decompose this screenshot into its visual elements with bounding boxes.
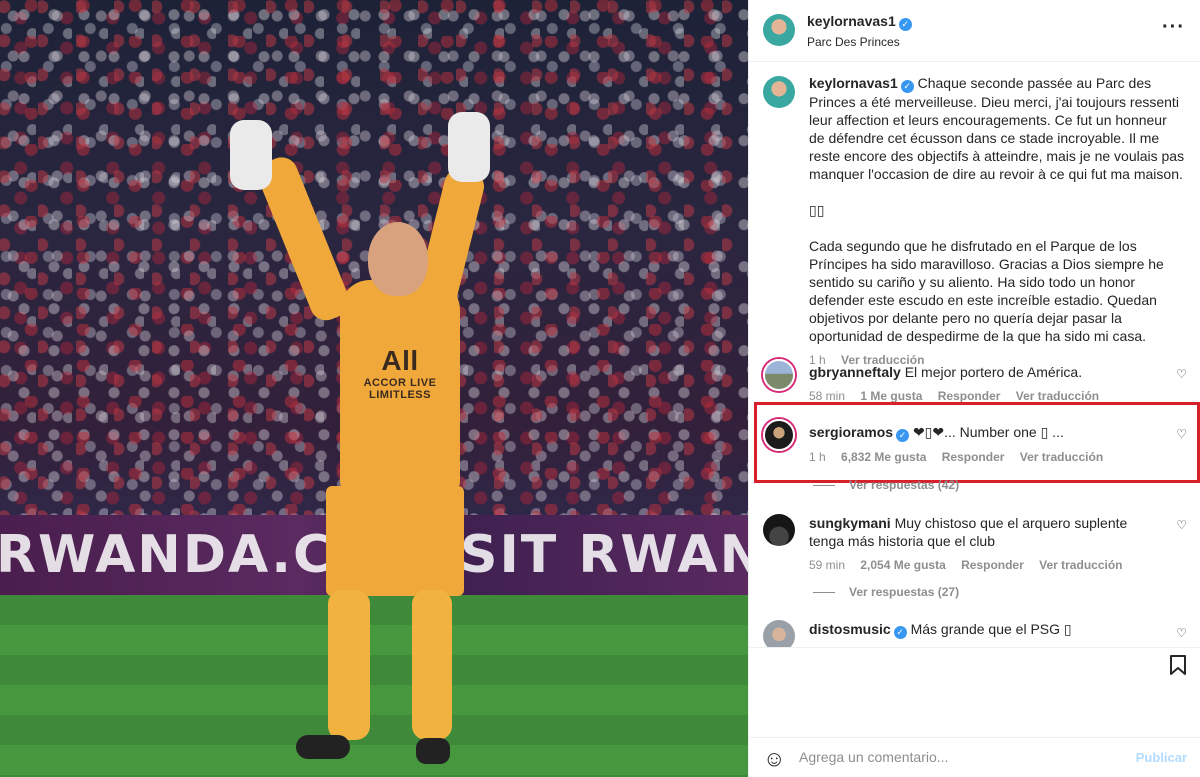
- like-heart-icon[interactable]: ♡: [1176, 367, 1187, 381]
- author-info: keylornavas1 ✓ Parc Des Princes: [807, 13, 912, 49]
- caption-avatar[interactable]: [763, 76, 795, 108]
- post-caption: keylornavas1 ✓ Chaque seconde passée au P…: [809, 74, 1185, 369]
- author-avatar[interactable]: [763, 14, 795, 46]
- post-header: keylornavas1 ✓ Parc Des Princes ···: [749, 0, 1200, 62]
- comment-avatar[interactable]: [763, 359, 795, 391]
- caption-text-fr: Chaque seconde passée au Parc des Prince…: [809, 75, 1185, 182]
- emoji-icon[interactable]: ☺: [763, 746, 785, 772]
- comment-time: 1 h: [809, 450, 826, 464]
- add-comment-bar: ☺ Publicar: [749, 737, 1200, 777]
- comment-input[interactable]: [799, 744, 1119, 770]
- comment-meta: 59 min 2,054 Me gusta Responder Ver trad…: [809, 556, 1159, 574]
- caption-text-es: Cada segundo que he disfrutado en el Par…: [809, 238, 1164, 344]
- comment-body: distosmusic ✓ Más grande que el PSG ▯: [809, 620, 1159, 639]
- comment-avatar[interactable]: [763, 419, 795, 451]
- jersey-sponsor-logo: All: [381, 345, 419, 376]
- player-left-shoe: [296, 735, 350, 759]
- comment-body: gbryanneftaly El mejor portero de Améric…: [809, 363, 1159, 405]
- goalkeeper-figure: All ACCOR LIVE LIMITLESS: [0, 0, 748, 777]
- comment-username[interactable]: distosmusic: [809, 621, 891, 637]
- post-comment-button[interactable]: Publicar: [1136, 750, 1187, 765]
- comment-avatar[interactable]: [763, 514, 795, 546]
- player-right-leg: [412, 590, 452, 740]
- bookmark-icon[interactable]: [1169, 654, 1187, 682]
- comment-body: sergioramos ✓ ❤▯❤... Number one ▯ ... 1 h…: [809, 423, 1159, 466]
- reply-button[interactable]: Responder: [938, 389, 1001, 403]
- comment-avatar[interactable]: [763, 620, 795, 647]
- caption-emoji-line: ▯▯: [809, 202, 825, 218]
- comment-time: 58 min: [809, 389, 846, 403]
- player-left-glove: [230, 120, 272, 190]
- player-shorts: [326, 486, 464, 596]
- view-replies-label: Ver respuestas (27): [849, 585, 960, 599]
- verified-badge-icon: ✓: [900, 80, 914, 93]
- view-replies-button[interactable]: Ver respuestas (27): [813, 585, 959, 599]
- like-heart-icon[interactable]: ♡: [1176, 427, 1187, 441]
- verified-badge-icon: ✓: [896, 429, 910, 442]
- reply-button[interactable]: Responder: [942, 450, 1005, 464]
- view-replies-label: Ver respuestas (42): [849, 478, 960, 492]
- comment-meta: 1 h 6,832 Me gusta Responder Ver traducc…: [809, 448, 1159, 466]
- comment-text: El mejor portero de América.: [904, 364, 1083, 380]
- translate-link[interactable]: Ver traducción: [1039, 558, 1122, 572]
- more-options-icon[interactable]: ···: [1162, 16, 1185, 39]
- reply-button[interactable]: Responder: [961, 558, 1024, 572]
- comment-likes[interactable]: 1 Me gusta: [860, 389, 922, 403]
- comment-body: sungkymani Muy chistoso que el arquero s…: [809, 514, 1159, 574]
- comment-username[interactable]: sergioramos: [809, 424, 893, 440]
- player-head: [368, 222, 428, 296]
- view-replies-button[interactable]: Ver respuestas (42): [813, 478, 959, 492]
- comment-username[interactable]: gbryanneftaly: [809, 364, 901, 380]
- like-heart-icon[interactable]: ♡: [1176, 518, 1187, 532]
- comment-text: ❤▯❤... Number one ▯ ...: [912, 424, 1064, 440]
- caption-username[interactable]: keylornavas1: [809, 75, 898, 91]
- player-right-glove: [448, 112, 490, 182]
- player-right-shoe: [416, 738, 450, 764]
- translate-link[interactable]: Ver traducción: [1016, 389, 1099, 403]
- replies-line-icon: [813, 485, 835, 487]
- post-location[interactable]: Parc Des Princes: [807, 35, 912, 49]
- jersey-sponsor: All ACCOR LIVE LIMITLESS: [342, 345, 458, 401]
- jersey-sponsor-tagline: ACCOR LIVE LIMITLESS: [363, 377, 437, 401]
- author-username[interactable]: keylornavas1: [807, 13, 896, 29]
- post-actions: [749, 647, 1200, 737]
- comment-username[interactable]: sungkymani: [809, 515, 891, 531]
- comments-scroll-area[interactable]: keylornavas1 ✓ Chaque seconde passée au P…: [749, 62, 1200, 647]
- like-heart-icon[interactable]: ♡: [1176, 626, 1187, 640]
- verified-badge-icon: ✓: [898, 18, 912, 31]
- comment-time: 59 min: [809, 558, 846, 572]
- comment-text: Más grande que el PSG ▯: [910, 621, 1072, 637]
- comment-likes[interactable]: 6,832 Me gusta: [841, 450, 926, 464]
- post-image[interactable]: RWANDA.COM SIT RWANDA All ACCOR LIVE LIM…: [0, 0, 748, 777]
- player-left-leg: [328, 590, 370, 740]
- translate-link[interactable]: Ver traducción: [1020, 450, 1103, 464]
- verified-badge-icon: ✓: [893, 626, 907, 639]
- replies-line-icon: [813, 592, 835, 594]
- comment-likes[interactable]: 2,054 Me gusta: [860, 558, 945, 572]
- post-side-panel: keylornavas1 ✓ Parc Des Princes ··· keylo…: [748, 0, 1200, 777]
